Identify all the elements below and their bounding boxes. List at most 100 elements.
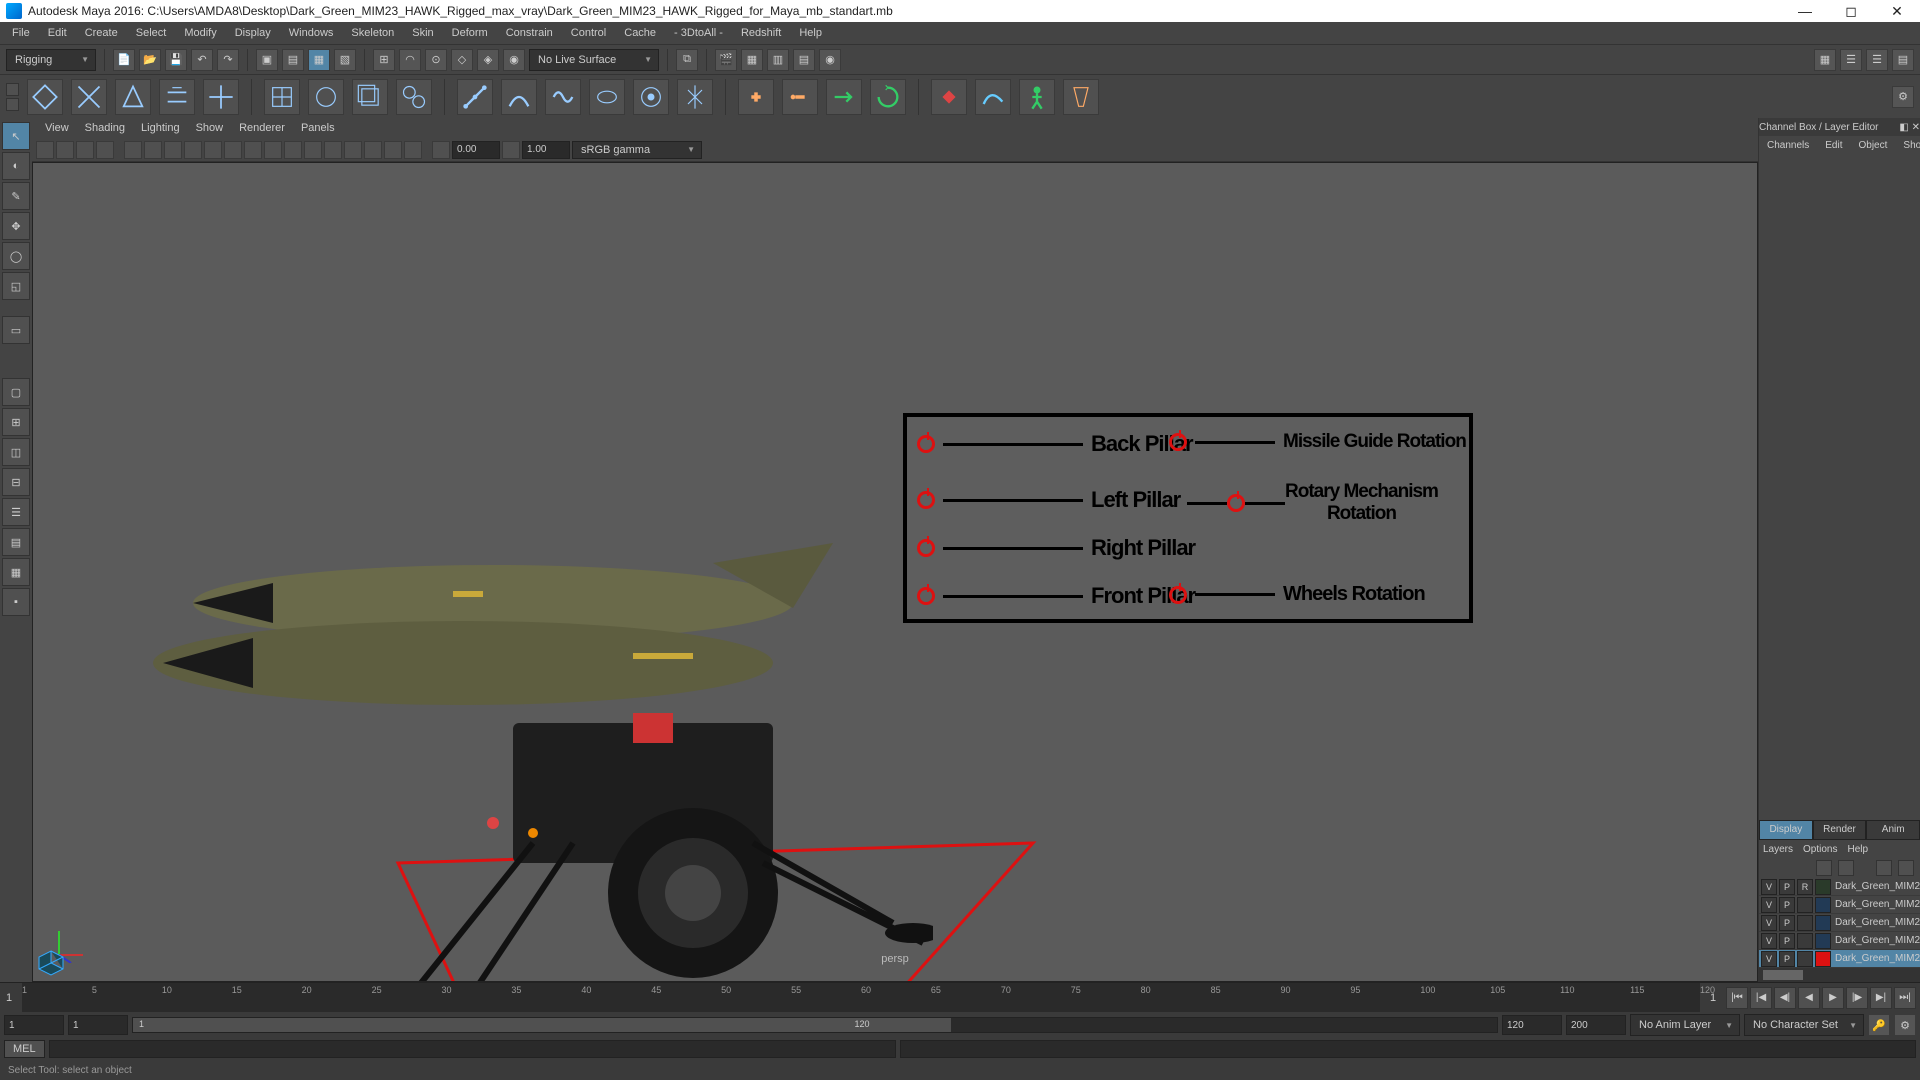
colorspace-dropdown[interactable]: sRGB gamma — [572, 141, 702, 159]
ipr-render-button[interactable]: ▦ — [741, 49, 763, 71]
layer-vis-toggle[interactable]: V — [1761, 915, 1777, 931]
construction-history-button[interactable]: ⧉ — [676, 49, 698, 71]
aim-constraint-icon[interactable] — [826, 79, 862, 115]
safe-action-icon[interactable] — [224, 141, 242, 159]
select-tool[interactable]: ↖ — [2, 122, 30, 150]
menu-select[interactable]: Select — [128, 24, 175, 42]
menu-skeleton[interactable]: Skeleton — [343, 24, 402, 42]
two-pane-h-button[interactable]: ⊟ — [2, 468, 30, 496]
toggle-attr-icon[interactable]: ☰ — [1840, 49, 1862, 71]
snap-grid-button[interactable]: ⊞ — [373, 49, 395, 71]
gamma-icon[interactable] — [502, 141, 520, 159]
menu-file[interactable]: File — [4, 24, 38, 42]
layer-row[interactable]: VPDark_Green_MIM23_H... — [1759, 896, 1920, 914]
toggle-panel-icon[interactable]: ▦ — [1814, 49, 1836, 71]
ik-spline-icon[interactable] — [545, 79, 581, 115]
go-start-button[interactable]: |⏮ — [1726, 987, 1748, 1009]
menu-cache[interactable]: Cache — [616, 24, 664, 42]
batch-render-button[interactable]: ▤ — [793, 49, 815, 71]
layer-color-swatch[interactable] — [1815, 933, 1831, 949]
layer-ref-toggle[interactable] — [1797, 951, 1813, 967]
select-comp-button[interactable]: ▧ — [334, 49, 356, 71]
render-globals-icon[interactable]: ◉ — [819, 49, 841, 71]
gamma-field[interactable]: 1.00 — [522, 141, 570, 159]
layer-menu-help[interactable]: Help — [1847, 844, 1868, 855]
channel-tab-show[interactable]: Show — [1899, 138, 1920, 153]
render-frame-button[interactable]: 🎬 — [715, 49, 737, 71]
maximize-button[interactable]: ◻ — [1828, 0, 1874, 22]
select-obj-button[interactable]: ▦ — [308, 49, 330, 71]
rotate-tool[interactable]: ◯ — [2, 242, 30, 270]
parent-constraint-icon[interactable] — [738, 79, 774, 115]
back-pillar-control[interactable] — [917, 435, 935, 453]
cluster-icon[interactable] — [308, 79, 344, 115]
panel-menu-show[interactable]: Show — [189, 120, 231, 136]
layer-row[interactable]: VPDark_Green_MIM23_H... — [1759, 932, 1920, 950]
redo-button[interactable]: ↷ — [217, 49, 239, 71]
layer-row[interactable]: VPDark_Green_MIM23_H... — [1759, 914, 1920, 932]
move-tool[interactable]: ✥ — [2, 212, 30, 240]
undo-button[interactable]: ↶ — [191, 49, 213, 71]
layer-playback-toggle[interactable]: P — [1779, 951, 1795, 967]
view-cam-icon[interactable] — [56, 141, 74, 159]
layer-color-swatch[interactable] — [1815, 915, 1831, 931]
shelf-options-icon[interactable]: ⚙ — [1892, 86, 1914, 108]
menu-edit[interactable]: Edit — [40, 24, 75, 42]
layer-color-swatch[interactable] — [1815, 879, 1831, 895]
isolate-icon[interactable] — [404, 141, 422, 159]
snap-scale-icon[interactable] — [115, 79, 151, 115]
select-hier-button[interactable]: ▤ — [282, 49, 304, 71]
lights-icon[interactable] — [324, 141, 342, 159]
ik-handle-icon[interactable] — [501, 79, 537, 115]
range-start-outer[interactable] — [4, 1015, 64, 1035]
custom-pane-button[interactable]: ▪ — [2, 588, 30, 616]
quickrig-icon[interactable] — [1063, 79, 1099, 115]
xray-icon[interactable] — [364, 141, 382, 159]
viewport-persp[interactable]: Back Pillar Missile Guide Rotation Left … — [32, 162, 1758, 982]
autokey-button[interactable]: 🔑 — [1868, 1014, 1890, 1036]
snap-move-icon[interactable] — [27, 79, 63, 115]
layer-ref-toggle[interactable] — [1797, 915, 1813, 931]
range-end-outer[interactable] — [1566, 1015, 1626, 1035]
rotary-control[interactable] — [1227, 494, 1245, 512]
left-pillar-control[interactable] — [917, 491, 935, 509]
step-back-button[interactable]: ◀| — [1774, 987, 1796, 1009]
missile-guide-control[interactable] — [1169, 433, 1187, 451]
workspace-dropdown[interactable]: Rigging — [6, 49, 96, 71]
menu-windows[interactable]: Windows — [281, 24, 342, 42]
paint-select-tool[interactable]: ✎ — [2, 182, 30, 210]
view-image-icon[interactable] — [96, 141, 114, 159]
snap-together-icon[interactable] — [203, 79, 239, 115]
anim-layer-dropdown[interactable]: No Anim Layer — [1630, 1014, 1740, 1036]
layer-move-up-icon[interactable] — [1816, 860, 1832, 876]
wireframe-icon[interactable] — [264, 141, 282, 159]
exposure-icon[interactable] — [432, 141, 450, 159]
layer-menu-options[interactable]: Options — [1803, 844, 1837, 855]
channel-list-area[interactable] — [1759, 154, 1920, 820]
layer-vis-toggle[interactable]: V — [1761, 951, 1777, 967]
panel-menu-renderer[interactable]: Renderer — [232, 120, 292, 136]
layer-playback-toggle[interactable]: P — [1779, 933, 1795, 949]
graph-editor-icon[interactable] — [975, 79, 1011, 115]
script-lang-toggle[interactable]: MEL — [4, 1040, 45, 1058]
snap-curve-button[interactable]: ◠ — [399, 49, 421, 71]
menu-modify[interactable]: Modify — [176, 24, 224, 42]
single-pane-button[interactable]: ▢ — [2, 378, 30, 406]
range-slider[interactable]: 1120 — [132, 1017, 1498, 1033]
res-gate-icon[interactable] — [164, 141, 182, 159]
mirror-weights-icon[interactable] — [677, 79, 713, 115]
select-mode-button[interactable]: ▣ — [256, 49, 278, 71]
close-button[interactable]: ✕ — [1874, 0, 1920, 22]
minimize-button[interactable]: — — [1782, 0, 1828, 22]
lasso-tool[interactable]: ◐ — [2, 152, 30, 180]
range-start-inner[interactable] — [68, 1015, 128, 1035]
range-end-inner[interactable] — [1502, 1015, 1562, 1035]
film-gate-icon[interactable] — [144, 141, 162, 159]
make-live-button[interactable]: ◉ — [503, 49, 525, 71]
menu-deform[interactable]: Deform — [444, 24, 496, 42]
render-settings-button[interactable]: ▥ — [767, 49, 789, 71]
right-pillar-control[interactable] — [917, 539, 935, 557]
layer-playback-toggle[interactable]: P — [1779, 915, 1795, 931]
persp-graph-button[interactable]: ▤ — [2, 528, 30, 556]
panel-menu-lighting[interactable]: Lighting — [134, 120, 187, 136]
